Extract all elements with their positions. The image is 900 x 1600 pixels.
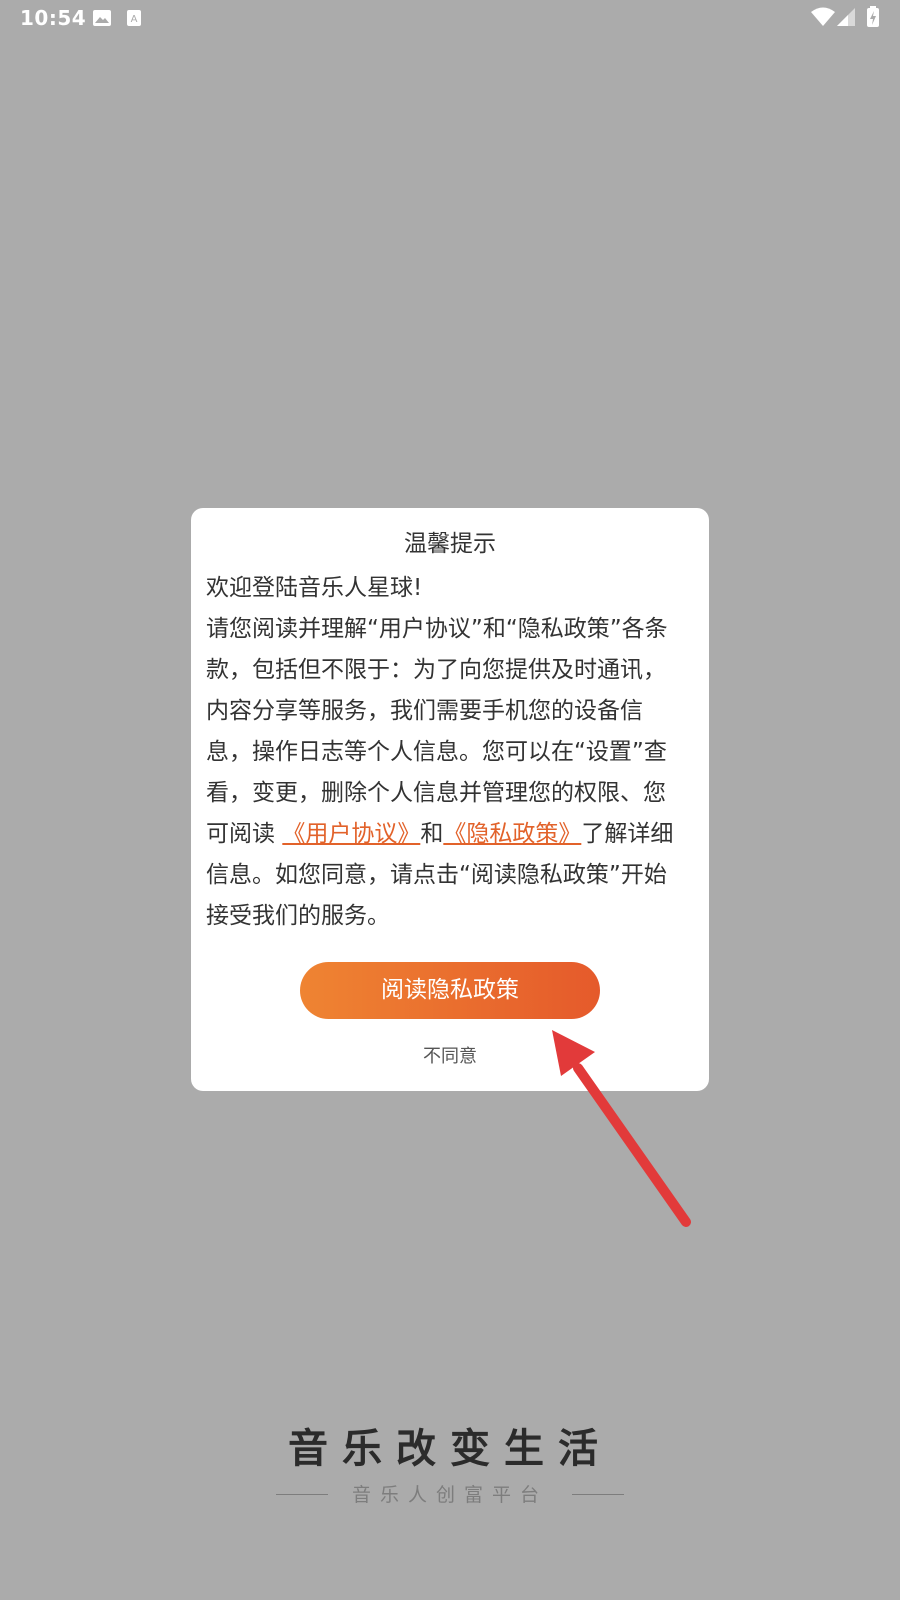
footer-subtitle-row: 音乐人创富平台 — [276, 1480, 624, 1510]
subtitle-divider-right — [572, 1494, 624, 1495]
footer-subtitle: 音乐人创富平台 — [351, 1484, 548, 1506]
annotation-arrow-icon — [552, 1030, 691, 1227]
footer-slogan: 音乐改变生活 — [288, 1426, 612, 1472]
subtitle-divider-left — [276, 1494, 328, 1495]
